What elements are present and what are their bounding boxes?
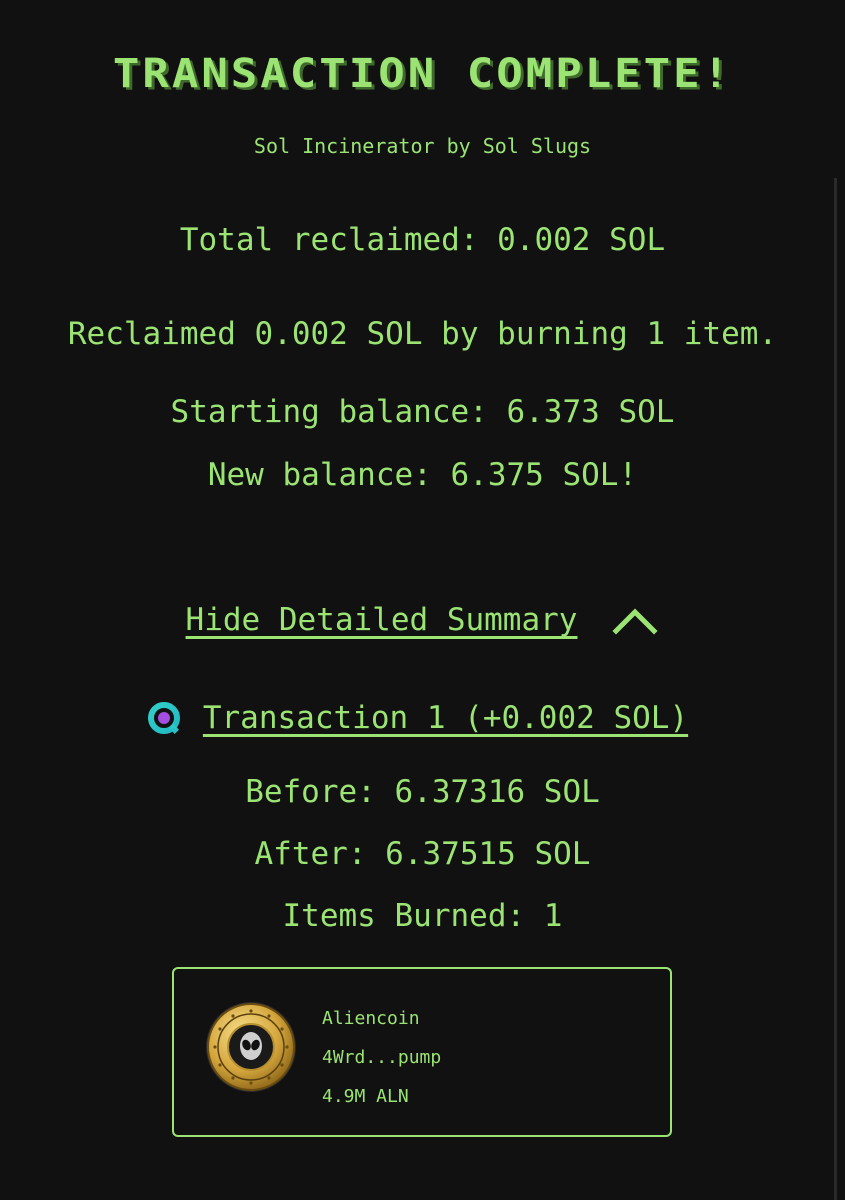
total-reclaimed-text: Total reclaimed: 0.002 SOL — [179, 222, 666, 258]
after-balance-text: After: 6.37515 SOL — [254, 836, 591, 872]
hide-detailed-summary-label: Hide Detailed Summary — [185, 602, 578, 638]
before-balance-text: Before: 6.37316 SOL — [245, 774, 600, 810]
token-name: Aliencoin — [322, 1008, 420, 1029]
token-address: 4Wrd...pump — [322, 1047, 442, 1068]
starting-balance-text: Starting balance: 6.373 SOL — [170, 394, 675, 430]
transaction-link[interactable]: Transaction 1 (+0.002 SOL) — [203, 700, 688, 736]
aliencoin-logo — [206, 1002, 296, 1092]
page-subtitle: Sol Incinerator by Sol Slugs — [253, 134, 592, 158]
items-burned-text: Items Burned: 1 — [282, 898, 563, 934]
burned-token-card: Aliencoin 4Wrd...pump 4.9M ALN — [172, 967, 672, 1137]
transaction-row: Transaction 1 (+0.002 SOL) — [0, 700, 845, 736]
reclaimed-message: Reclaimed 0.002 SOL by burning 1 item. — [67, 316, 778, 352]
page-title: TRANSACTION COMPLETE! — [112, 50, 733, 97]
chevron-up-icon — [612, 608, 659, 635]
token-amount: 4.9M ALN — [322, 1086, 409, 1107]
hide-detailed-summary-button[interactable]: Hide Detailed Summary — [0, 602, 845, 638]
solana-explorer-icon — [147, 702, 180, 734]
new-balance-text: New balance: 6.375 SOL! — [207, 457, 638, 493]
